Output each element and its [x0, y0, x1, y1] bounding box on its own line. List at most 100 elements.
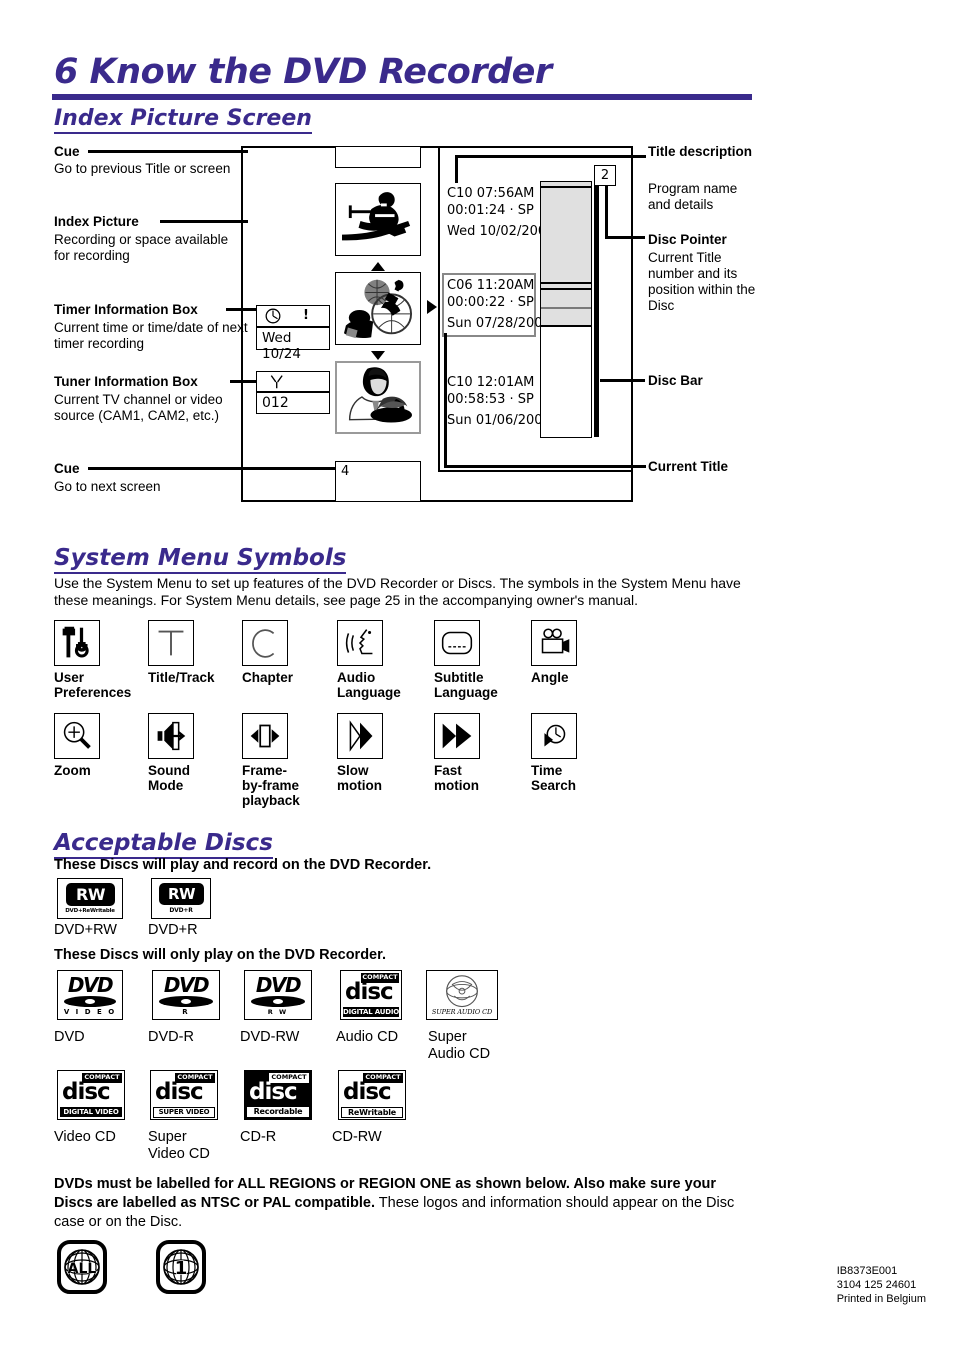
- dvd-rw-logo: DVD R W: [244, 970, 312, 1020]
- dvd-plus-rw-logo: RW DVD+ReWritable: [57, 878, 123, 919]
- title-entry[interactable]: C10 07:56AM 00:01:24 · SP Wed 10/02/2002: [447, 185, 554, 240]
- symbol-caption-zoom: Zoom: [54, 763, 91, 778]
- logo-caption-dvd: DVD: [54, 1029, 85, 1046]
- leader-line-current-title: [444, 465, 646, 468]
- fast-motion-icon[interactable]: [434, 713, 480, 759]
- caption-line: by-frame: [242, 778, 300, 793]
- system-menu-intro: Use the System Menu to set up features o…: [54, 575, 741, 608]
- region-note-pal: PAL compatible.: [262, 1195, 376, 1211]
- callout-label-disc-pointer: Disc Pointer: [648, 232, 727, 247]
- caption-line: Subtitle: [434, 670, 484, 685]
- disc-bar: [540, 181, 592, 438]
- antenna-icon: [270, 375, 283, 389]
- caption-line: Slow: [337, 763, 369, 778]
- leader-line-current-title-v: [444, 333, 447, 467]
- symbol-caption-chapter: Chapter: [242, 670, 294, 685]
- disc-wordmark: disc: [343, 1079, 392, 1105]
- dvd-sub-wordmark: R: [182, 1008, 190, 1016]
- disc-band-text: ReWritable: [341, 1107, 403, 1118]
- skier-icon: [342, 192, 411, 241]
- callout-label-tuner-information-box: Tuner Information Box: [54, 374, 198, 389]
- disc-wordmark: disc: [62, 1079, 111, 1105]
- audio-language-icon[interactable]: [337, 620, 383, 666]
- leader-line-cue-prev: [88, 150, 248, 153]
- leader-line-disc-pointer-v: [605, 186, 608, 238]
- callout-desc-tuner-information-box: Current TV channel or video source (CAM1…: [54, 392, 223, 423]
- logo-caption-super-audio-cd: Super Audio CD: [428, 1029, 490, 1063]
- callout-desc-disc-pointer: Current Title number and its position wi…: [648, 250, 756, 313]
- cue-prev-box[interactable]: [335, 146, 421, 168]
- disc-wordmark: disc: [345, 979, 394, 1005]
- caption-line: motion: [434, 778, 479, 793]
- logo-caption-audio-cd: Audio CD: [336, 1029, 398, 1046]
- region-note-bold-intro: DVDs must be labelled for: [54, 1176, 238, 1192]
- title-entry-selected[interactable]: C06 11:20AM 00:00:22 · SP Sun 07/28/2002: [447, 277, 551, 332]
- caption-line: Super: [148, 1129, 187, 1145]
- svg-text:ALL: ALL: [68, 1261, 97, 1277]
- caption-line: Audio: [337, 670, 376, 685]
- title-duration: 00:58:53 · SP: [447, 392, 534, 407]
- caption-line: DVD-RW: [240, 1029, 300, 1045]
- sound-mode-speaker-icon[interactable]: [148, 713, 194, 759]
- skier-thumbnail[interactable]: [335, 183, 421, 256]
- angle-camera-icon[interactable]: [531, 620, 577, 666]
- leader-line-disc-bar: [600, 379, 645, 382]
- callout-desc-cue-prev: Go to previous Title or screen: [54, 161, 231, 176]
- cd-recordable-logo: COMPACT disc Recordable: [244, 1070, 312, 1120]
- region-all-globe-icon: ALL: [57, 1240, 107, 1294]
- title-entry[interactable]: C10 12:01AM 00:58:53 · SP Sun 01/06/2002: [447, 374, 551, 429]
- disc-band-text: DIGITAL VIDEO: [60, 1107, 122, 1117]
- subhead-play-discs: These Discs will only play on the DVD Re…: [54, 947, 386, 963]
- logo-caption-video-cd: Video CD: [54, 1129, 116, 1146]
- footer-codes: IB8373E001 3104 125 24601 Printed in Bel…: [837, 1264, 926, 1306]
- callout-label-cue-prev: Cue: [54, 144, 80, 159]
- symbol-caption-fast-motion: Fast motion: [434, 763, 479, 793]
- title-duration: 00:01:24 · SP: [447, 203, 534, 218]
- symbol-caption-audio-language: Audio Language: [337, 670, 401, 700]
- chapter-icon[interactable]: [242, 620, 288, 666]
- scroll-up-arrow-icon[interactable]: [371, 262, 385, 271]
- title-channel-time: C10 07:56AM: [447, 186, 535, 201]
- tuner-info-box-bottom: 012: [256, 392, 330, 414]
- caption-line: motion: [337, 778, 382, 793]
- man-with-food-thumbnail[interactable]: [335, 361, 421, 434]
- leader-line-disc-pointer: [605, 236, 645, 239]
- disc-band-text: DIGITAL AUDIO: [343, 1007, 399, 1017]
- title-date: Wed 10/02/2002: [447, 224, 555, 239]
- section-heading-acceptable-discs: Acceptable Discs: [54, 830, 273, 859]
- basketball-icon: [343, 279, 413, 339]
- caption-line: User: [54, 670, 85, 685]
- logo-caption-dvd-plus-rw: DVD+RW: [54, 922, 117, 938]
- slow-motion-play-icon[interactable]: [337, 713, 383, 759]
- footer-line-3: Printed in Belgium: [836, 1293, 926, 1305]
- user-preferences-icon[interactable]: [54, 620, 100, 666]
- timer-info-box-bottom: Wed 10/24: [256, 327, 330, 362]
- caption-line: Audio CD: [428, 1046, 491, 1062]
- title-duration: 00:00:22 · SP: [447, 295, 534, 310]
- caption-line: CD-RW: [332, 1129, 382, 1145]
- disc-wordmark: disc: [155, 1079, 204, 1105]
- basketball-thumbnail[interactable]: [335, 272, 421, 345]
- dvd-plus-r-logo: RW DVD+R: [151, 878, 211, 919]
- cd-rewritable-logo: COMPACT disc ReWritable: [338, 1070, 406, 1120]
- next-title-arrow-icon[interactable]: [427, 300, 437, 314]
- rw-badge: RW: [159, 883, 204, 905]
- frame-by-frame-icon[interactable]: [242, 713, 288, 759]
- subtitle-language-icon[interactable]: [434, 620, 480, 666]
- caption-line: Language: [337, 685, 401, 700]
- caption-line: playback: [242, 793, 300, 808]
- caption-line: CD-R: [240, 1129, 277, 1145]
- caption-line: Fast: [434, 763, 462, 778]
- zoom-magnifier-icon[interactable]: [54, 713, 100, 759]
- tuner-info-box-top: [256, 371, 330, 392]
- scroll-down-arrow-icon[interactable]: [371, 351, 385, 360]
- logo-caption-dvd-r: DVD-R: [148, 1029, 194, 1046]
- time-search-clock-icon[interactable]: [531, 713, 577, 759]
- rw-sub-text: DVD+R: [169, 907, 193, 914]
- dvd-wordmark: DVD: [255, 973, 302, 997]
- title-track-icon[interactable]: [148, 620, 194, 666]
- callout-desc-title-description: Program name and details: [648, 181, 738, 212]
- logo-caption-super-video-cd: Super Video CD: [148, 1129, 210, 1163]
- callout-label-timer-information-box: Timer Information Box: [54, 302, 198, 317]
- symbol-caption-user-preferences: User Preferences: [54, 670, 131, 700]
